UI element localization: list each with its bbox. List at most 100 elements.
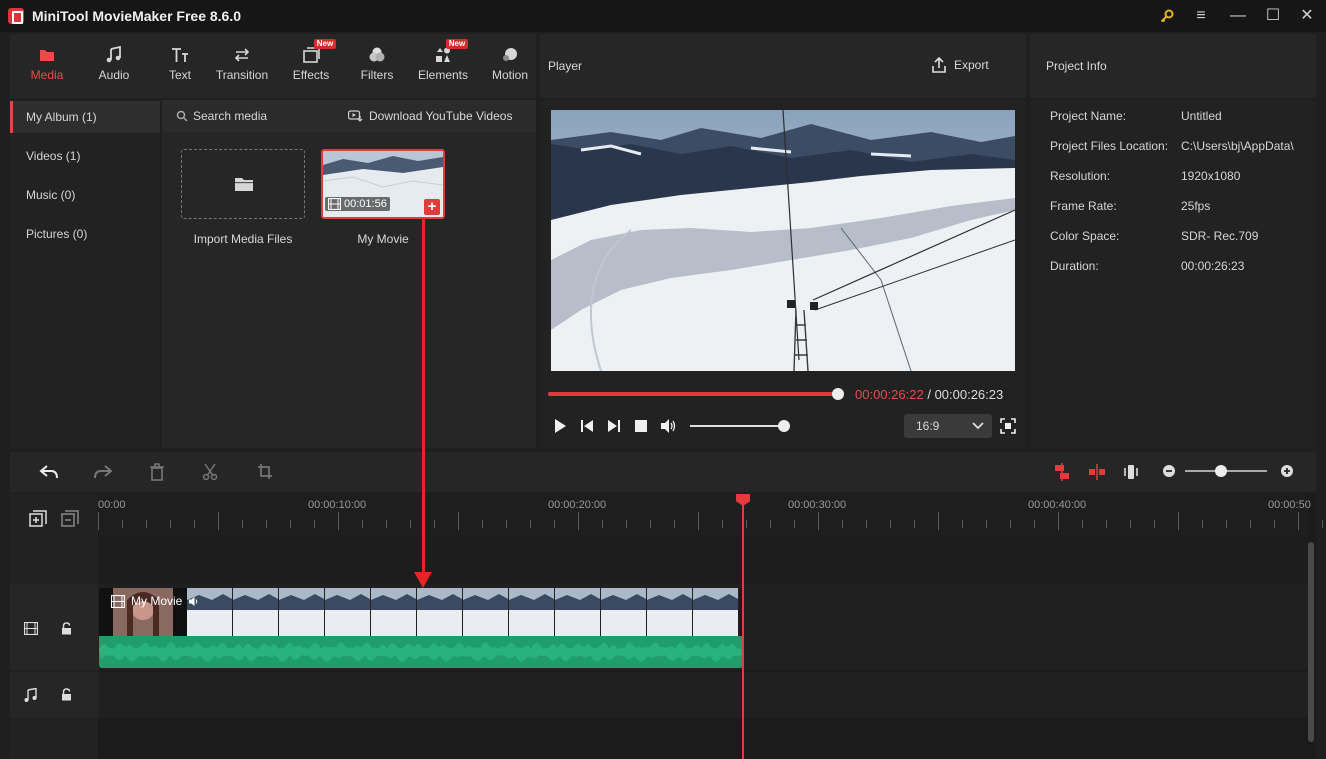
clip-frame (324, 588, 325, 636)
undo-button[interactable] (39, 463, 59, 484)
maximize-icon[interactable]: ☐ (1261, 6, 1285, 26)
sidebar-item-my-album[interactable]: My Album (1) (10, 101, 160, 133)
remove-track-button[interactable] (61, 510, 79, 531)
info-value-color-space: SDR- Rec.709 (1181, 229, 1259, 243)
zoom-handle[interactable] (1215, 465, 1227, 477)
minimize-icon[interactable]: — (1226, 6, 1250, 26)
ruler-tick (578, 512, 579, 530)
clip-frame (187, 610, 232, 636)
video-track-icon (24, 622, 38, 635)
media-item-my-movie[interactable]: 00:01:56 + (321, 149, 445, 219)
volume-handle[interactable] (778, 420, 790, 432)
zoom-out-button[interactable] (1162, 464, 1176, 481)
download-youtube-button[interactable]: Download YouTube Videos (348, 109, 512, 123)
sidebar-item-videos[interactable]: Videos (1) (10, 140, 160, 172)
new-badge: New (446, 39, 468, 49)
timeline-scrollbar[interactable] (1308, 542, 1314, 742)
playhead-line[interactable] (742, 500, 744, 759)
zoom-in-button[interactable] (1280, 464, 1294, 481)
ruler-tick (1154, 520, 1155, 528)
export-button[interactable]: Export (932, 57, 989, 73)
snap-button[interactable] (1053, 463, 1071, 484)
stop-button[interactable] (634, 419, 648, 436)
timeline-clip-my-movie[interactable]: My Movie (99, 588, 743, 668)
ruler-tick (434, 520, 435, 528)
delete-button[interactable] (149, 463, 165, 484)
add-to-timeline-button[interactable]: + (424, 199, 440, 215)
tab-elements[interactable]: New Elements (414, 34, 472, 98)
sidebar-item-music[interactable]: Music (0) (10, 179, 160, 211)
ruler-tick (194, 520, 195, 528)
split-marker-button[interactable] (1088, 463, 1106, 484)
volume-slider[interactable] (690, 420, 790, 432)
info-label-color-space: Color Space: (1050, 229, 1120, 243)
tab-audio[interactable]: Audio (92, 34, 136, 98)
key-icon[interactable] (1155, 6, 1179, 26)
trash-icon (150, 463, 164, 481)
volume-button[interactable] (660, 418, 678, 437)
redo-button[interactable] (93, 463, 113, 484)
tab-text[interactable]: Text (160, 34, 200, 98)
clip-frame (647, 610, 692, 636)
player-area: 00:00:26:22 / 00:00:26:23 16:9 (540, 100, 1026, 448)
media-folder-icon (40, 50, 54, 61)
empty-track-row (98, 538, 1308, 584)
lock-icon[interactable] (61, 622, 72, 635)
clip-frame (555, 610, 600, 636)
tab-effects[interactable]: New Effects (288, 34, 336, 98)
progress-handle[interactable] (832, 388, 844, 400)
new-badge: New (314, 39, 336, 49)
ruler-tick (770, 520, 771, 528)
clip-frame (233, 610, 278, 636)
clip-frame (462, 588, 463, 636)
film-icon (328, 198, 341, 210)
aspect-ratio-select[interactable]: 16:9 (904, 414, 992, 438)
fullscreen-button[interactable] (1000, 418, 1016, 437)
player-header: Player Export (540, 34, 1026, 98)
ruler-tick (122, 520, 123, 528)
info-label-duration: Duration: (1050, 259, 1099, 273)
play-button[interactable] (552, 418, 568, 437)
ruler-tick (698, 512, 699, 530)
add-track-button[interactable] (29, 510, 47, 531)
crop-icon (258, 464, 272, 479)
app-title: MiniTool MovieMaker Free 8.6.0 (32, 8, 242, 24)
tab-filters[interactable]: Filters (356, 34, 398, 98)
import-media-button[interactable] (181, 149, 305, 219)
clip-frame (693, 610, 738, 636)
ruler-tick (1274, 520, 1275, 528)
ruler-tick (938, 512, 939, 530)
search-input[interactable]: Search media (176, 109, 267, 123)
ruler-tick (1298, 512, 1299, 530)
fit-timeline-button[interactable] (1123, 463, 1139, 484)
zoom-slider[interactable] (1185, 465, 1267, 477)
ruler-tick (986, 520, 987, 528)
export-label: Export (954, 58, 989, 72)
close-icon[interactable]: ✕ (1295, 6, 1319, 26)
ruler-tick (1082, 520, 1083, 528)
ruler-tick (362, 520, 363, 528)
split-button[interactable] (202, 463, 218, 484)
tab-transition[interactable]: Transition (212, 34, 272, 98)
previous-frame-button[interactable] (579, 418, 595, 437)
clip-frame (370, 588, 371, 636)
player-title: Player (548, 59, 583, 73)
transition-icon (234, 48, 250, 62)
aspect-ratio-value: 16:9 (916, 419, 940, 433)
tab-motion[interactable]: Motion (488, 34, 532, 98)
lock-icon[interactable] (61, 688, 72, 701)
motion-icon (503, 48, 517, 61)
next-frame-button[interactable] (606, 418, 622, 437)
music-note-icon (106, 46, 121, 63)
clip-frame (463, 610, 508, 636)
ruler-tick (218, 512, 219, 530)
sidebar-item-pictures[interactable]: Pictures (0) (10, 218, 160, 250)
playback-progress-bar[interactable] (548, 388, 844, 400)
tab-media[interactable]: Media (24, 34, 70, 98)
crop-button[interactable] (257, 463, 273, 484)
ruler-tick (146, 520, 147, 528)
volume-icon (189, 596, 198, 606)
menu-icon[interactable]: ≡ (1189, 6, 1213, 26)
ruler-tick (866, 520, 867, 528)
zoom-in-icon (1281, 465, 1293, 477)
